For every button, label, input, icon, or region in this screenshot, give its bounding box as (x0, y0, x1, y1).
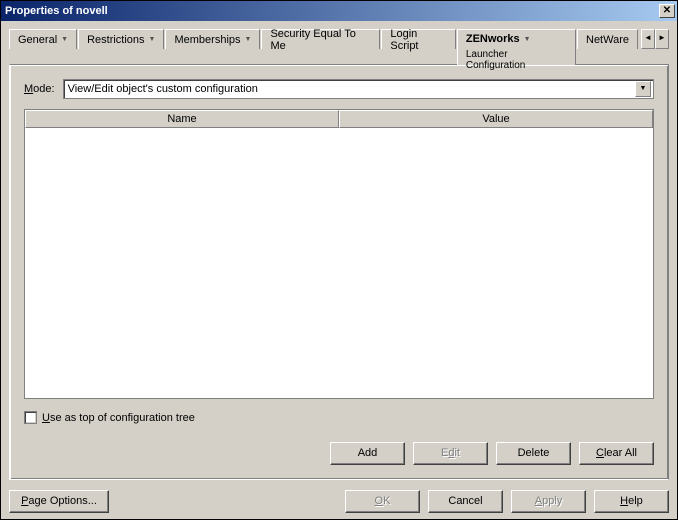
tab-label: Security Equal To Me (270, 28, 371, 52)
titlebar: Properties of novell ✕ (1, 1, 677, 21)
tab-sublabel: Launcher Configuration (466, 49, 567, 71)
dropdown-button[interactable]: ▼ (635, 81, 651, 97)
column-name[interactable]: Name (25, 110, 339, 128)
table-body[interactable] (25, 128, 653, 398)
window-title: Properties of novell (5, 5, 659, 17)
apply-button[interactable]: Apply (511, 490, 586, 513)
tab-label: Memberships (174, 34, 240, 46)
tab-panel: Mode: View/Edit object's custom configur… (9, 64, 669, 480)
content-area: General ▼ Restrictions ▼ Memberships ▼ S… (1, 21, 677, 484)
tab-login-script[interactable]: Login Script (381, 29, 456, 49)
clear-all-button[interactable]: Clear All (579, 442, 654, 465)
tab-zenworks[interactable]: ZENworks ▼ Launcher Configuration (457, 29, 576, 65)
column-value[interactable]: Value (339, 110, 653, 128)
checkbox-row: Use as top of configuration tree (24, 411, 654, 424)
delete-button[interactable]: Delete (496, 442, 571, 465)
tab-netware[interactable]: NetWare (577, 29, 638, 49)
dropdown-icon: ▼ (61, 36, 68, 43)
mode-row: Mode: View/Edit object's custom configur… (24, 79, 654, 99)
help-button[interactable]: Help (594, 490, 669, 513)
tab-bar: General ▼ Restrictions ▼ Memberships ▼ S… (9, 29, 669, 65)
top-of-tree-checkbox[interactable] (24, 411, 37, 424)
dialog-buttons: Page Options... OK Cancel Apply Help (1, 484, 677, 519)
config-table: Name Value (24, 109, 654, 399)
mode-select[interactable]: View/Edit object's custom configuration … (63, 79, 654, 99)
dropdown-icon: ▼ (245, 36, 252, 43)
cancel-button[interactable]: Cancel (428, 490, 503, 513)
tab-scroll-left[interactable]: ◄ (641, 29, 655, 49)
tab-label: Login Script (390, 28, 447, 52)
tab-label: ZENworks (466, 33, 520, 45)
tab-general[interactable]: General ▼ (9, 29, 77, 49)
dialog-window: Properties of novell ✕ General ▼ Restric… (0, 0, 678, 520)
tab-label: NetWare (586, 34, 629, 46)
dropdown-icon: ▼ (524, 36, 531, 43)
panel-buttons: Add Edit Delete Clear All (24, 442, 654, 465)
close-button[interactable]: ✕ (659, 4, 675, 18)
tab-label: General (18, 34, 57, 46)
tab-label: Restrictions (87, 34, 144, 46)
mode-value: View/Edit object's custom configuration (68, 83, 258, 95)
checkbox-label: Use as top of configuration tree (42, 412, 195, 424)
ok-button[interactable]: OK (345, 490, 420, 513)
tab-restrictions[interactable]: Restrictions ▼ (78, 29, 164, 49)
tab-security-equal[interactable]: Security Equal To Me (261, 29, 380, 49)
tab-scroll: ◄ ► (641, 29, 669, 49)
table-header: Name Value (25, 110, 653, 128)
dropdown-icon: ▼ (149, 36, 156, 43)
edit-button[interactable]: Edit (413, 442, 488, 465)
tab-memberships[interactable]: Memberships ▼ (165, 29, 260, 49)
add-button[interactable]: Add (330, 442, 405, 465)
tab-scroll-right[interactable]: ► (655, 29, 669, 49)
page-options-button[interactable]: Page Options... (9, 490, 109, 513)
mode-label: Mode: (24, 83, 55, 95)
